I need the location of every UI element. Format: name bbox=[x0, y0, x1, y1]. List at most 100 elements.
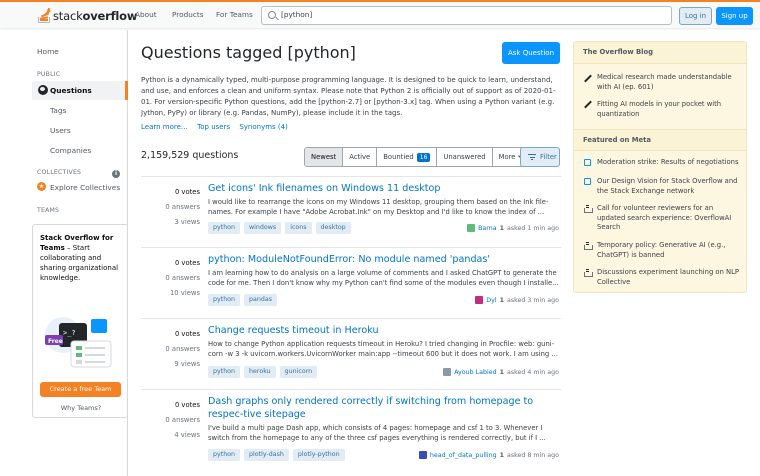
why-teams-link[interactable]: Why Teams? bbox=[33, 404, 129, 412]
question-tags: python pandas bbox=[208, 294, 278, 306]
reputation: 1 bbox=[499, 451, 504, 459]
stackoverflow-icon bbox=[584, 242, 593, 250]
question-owner: Dyl 1 asked 3 min ago bbox=[475, 296, 559, 304]
sidebar-item-users[interactable]: Users bbox=[50, 126, 71, 135]
asked-time[interactable]: asked 4 min ago bbox=[507, 369, 559, 376]
pencil-icon bbox=[584, 75, 592, 83]
question-owner: Barna 1 asked 1 min ago bbox=[467, 224, 559, 232]
answer-count: 0 answers bbox=[165, 416, 200, 424]
signup-button[interactable]: Sign up bbox=[716, 7, 753, 25]
ask-question-button[interactable]: Ask Question bbox=[502, 42, 560, 64]
tag-python[interactable]: python bbox=[208, 294, 241, 306]
tag-plotly-dash[interactable]: plotly-dash bbox=[244, 449, 289, 461]
synonyms-link[interactable]: Synonyms (4) bbox=[239, 123, 288, 131]
asked-time[interactable]: asked 3 min ago bbox=[507, 297, 559, 304]
info-icon[interactable]: i bbox=[112, 170, 120, 178]
sidebar-section-collectives: COLLECTIVES bbox=[37, 169, 82, 176]
question-stats: 0 votes 0 answers 3 views bbox=[165, 185, 200, 230]
view-count: 10 views bbox=[169, 289, 200, 297]
tab-unanswered[interactable]: Unanswered bbox=[437, 148, 493, 166]
question-stats: 0 votes 0 answers 9 views bbox=[165, 327, 200, 372]
globe-icon bbox=[38, 85, 48, 95]
filter-icon bbox=[528, 154, 536, 160]
sidebar-item-questions-label: Questions bbox=[50, 86, 92, 95]
meta-item[interactable]: Temporary policy: Generative AI (e.g., C… bbox=[597, 241, 742, 260]
svg-text:>_?: >_? bbox=[63, 329, 76, 337]
nav-products[interactable]: Products bbox=[172, 10, 204, 19]
question-tags: python windows icons desktop bbox=[208, 222, 351, 234]
overflow-blog-widget: The Overflow Blog Medical research made … bbox=[573, 41, 747, 293]
tag-desktop[interactable]: desktop bbox=[315, 222, 351, 234]
avatar[interactable] bbox=[475, 296, 484, 304]
stackoverflow-icon bbox=[584, 205, 593, 213]
tag-plotly-python[interactable]: plotly-python bbox=[292, 449, 345, 461]
meta-item[interactable]: Our Design Vision for Stack Overflow and… bbox=[597, 177, 742, 196]
filter-button-label: Filter bbox=[540, 153, 557, 161]
login-button[interactable]: Log in bbox=[679, 7, 712, 25]
view-count: 4 views bbox=[174, 431, 200, 439]
tab-active[interactable]: Active bbox=[343, 148, 378, 166]
nav-for-teams[interactable]: For Teams bbox=[216, 10, 253, 19]
blog-item[interactable]: Fitting AI models in your pocket with qu… bbox=[597, 100, 742, 119]
question-stats: 0 votes 0 answers 10 views bbox=[165, 256, 200, 301]
question-title[interactable]: Dash graphs only rendered correctly if s… bbox=[208, 395, 553, 421]
answer-count: 0 answers bbox=[165, 203, 200, 211]
tab-newest[interactable]: Newest bbox=[305, 148, 344, 166]
question-summary: 0 votes 0 answers 3 views Get icons' Ink… bbox=[141, 176, 561, 247]
stackoverflow-logo-icon bbox=[37, 7, 51, 24]
search-input[interactable]: [python] bbox=[261, 6, 672, 25]
tag-python[interactable]: python bbox=[208, 449, 241, 461]
tag-heroku[interactable]: heroku bbox=[244, 366, 276, 378]
blog-item[interactable]: Medical research made understandable wit… bbox=[597, 73, 742, 92]
sidebar-item-home[interactable]: Home bbox=[37, 47, 59, 56]
teams-promo-text: Stack Overflow for Teams – Start collabo… bbox=[40, 234, 119, 282]
user-link[interactable]: Dyl bbox=[486, 297, 496, 304]
learn-more-link[interactable]: Learn more… bbox=[141, 123, 188, 131]
logo-text: stackoverflow bbox=[53, 9, 138, 23]
top-users-link[interactable]: Top users bbox=[197, 123, 230, 131]
meta-item[interactable]: Discussions experiment launching on NLP … bbox=[597, 268, 742, 287]
sidebar-item-explore-collectives[interactable]: Explore Collectives bbox=[50, 183, 120, 192]
sidebar-section-teams: TEAMS bbox=[37, 207, 60, 214]
question-excerpt: I am learning how to do analysis on a la… bbox=[208, 269, 559, 287]
filter-button[interactable]: Filter bbox=[520, 147, 560, 167]
meta-item[interactable]: Moderation strike: Results of negotiatio… bbox=[597, 158, 742, 168]
tag-pandas[interactable]: pandas bbox=[244, 294, 278, 306]
answer-count: 0 answers bbox=[165, 345, 200, 353]
nav-about[interactable]: About bbox=[135, 10, 157, 19]
sidebar-section-public: PUBLIC bbox=[37, 71, 61, 78]
user-link[interactable]: Barna bbox=[478, 225, 497, 232]
question-title[interactable]: python: ModuleNotFoundError: No module n… bbox=[208, 253, 558, 266]
tag-icons[interactable]: icons bbox=[285, 222, 312, 234]
user-link[interactable]: Ayoub Labied bbox=[454, 369, 496, 376]
sidebar-item-tags[interactable]: Tags bbox=[50, 106, 66, 115]
avatar[interactable] bbox=[467, 224, 476, 232]
tab-bountied-label: Bountied bbox=[383, 153, 414, 161]
question-title[interactable]: Get icons' Ink filenames on Windows 11 d… bbox=[208, 182, 558, 195]
tag-python[interactable]: python bbox=[208, 222, 241, 234]
tab-bountied[interactable]: Bountied 16 bbox=[377, 148, 438, 166]
create-free-team-button[interactable]: Create a free Team bbox=[40, 382, 121, 397]
answer-count: 0 answers bbox=[165, 274, 200, 282]
avatar[interactable] bbox=[443, 368, 452, 376]
user-link[interactable]: head_of_data_pulling bbox=[430, 452, 497, 459]
tag-gunicorn[interactable]: gunicorn bbox=[279, 366, 318, 378]
asked-time[interactable]: asked 1 min ago bbox=[507, 225, 559, 232]
sidebar-item-companies[interactable]: Companies bbox=[50, 146, 91, 155]
vote-count: 0 votes bbox=[174, 330, 200, 338]
vote-count: 0 votes bbox=[174, 259, 200, 267]
main-content: Questions tagged [python] Ask Question P… bbox=[141, 30, 561, 476]
stackoverflow-logo[interactable]: stackoverflow bbox=[37, 7, 137, 25]
tag-description: Python is a dynamically typed, multi-pur… bbox=[141, 76, 556, 117]
tag-info-links: Learn more… Top users Synonyms (4) bbox=[141, 123, 295, 131]
avatar[interactable] bbox=[418, 451, 427, 459]
question-count: 2,159,529 questions bbox=[141, 150, 239, 161]
tab-more-label: More bbox=[498, 153, 516, 161]
tag-windows[interactable]: windows bbox=[244, 222, 282, 234]
question-excerpt: How to change Python application request… bbox=[208, 340, 558, 358]
tag-python[interactable]: python bbox=[208, 366, 241, 378]
reputation: 1 bbox=[499, 296, 504, 304]
question-title[interactable]: Change requests timeout in Heroku bbox=[208, 324, 558, 337]
meta-item[interactable]: Call for volunteer reviewers for an upda… bbox=[597, 204, 742, 233]
asked-time[interactable]: asked 8 min ago bbox=[507, 452, 559, 459]
